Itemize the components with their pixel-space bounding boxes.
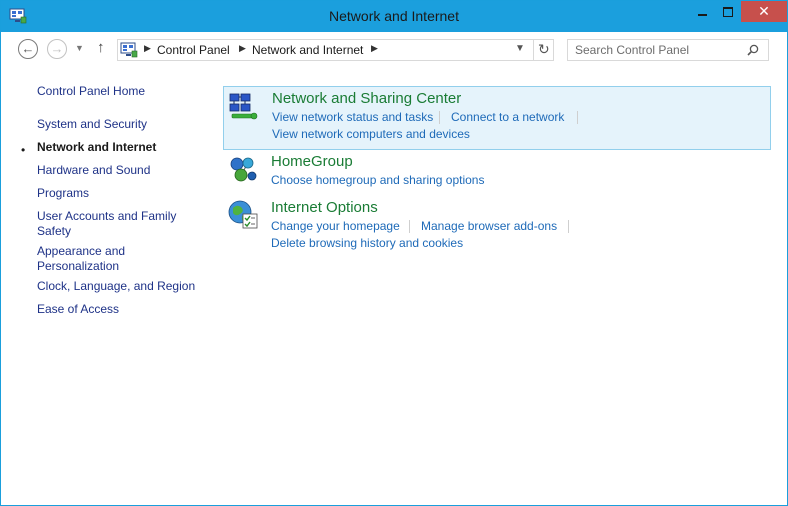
maximize-icon [723, 7, 733, 17]
sidebar-item-control-panel-home[interactable]: Control Panel Home [37, 84, 145, 99]
control-panel-window: Network and Internet ✕ ← → ▼ ↑ ▶ Control… [0, 0, 788, 506]
task-separator [568, 220, 569, 233]
active-item-bullet: • [21, 143, 26, 157]
search-icon[interactable] [747, 44, 759, 56]
back-arrow-icon: ← [21, 41, 35, 56]
sidebar: Control Panel Home System and Security •… [1, 68, 211, 505]
category-network-and-sharing-center[interactable]: Network and Sharing Center View network … [223, 86, 771, 150]
sidebar-item-hardware-and-sound[interactable]: Hardware and Sound [37, 163, 150, 178]
address-bar[interactable]: ▶ Control Panel ▶ Network and Internet ▶… [117, 39, 554, 61]
category-title[interactable]: Internet Options [271, 199, 378, 216]
search-input[interactable] [568, 40, 745, 60]
task-view-network-status[interactable]: View network status and tasks [272, 110, 433, 124]
category-title[interactable]: HomeGroup [271, 153, 353, 170]
task-separator [577, 111, 578, 124]
task-view-network-computers[interactable]: View network computers and devices [272, 127, 470, 141]
task-choose-homegroup[interactable]: Choose homegroup and sharing options [271, 173, 484, 187]
window-title: Network and Internet [329, 8, 459, 24]
recent-locations-chevron-icon[interactable]: ▼ [75, 43, 84, 53]
task-change-homepage[interactable]: Change your homepage [271, 219, 400, 233]
breadcrumb-separator-icon[interactable]: ▶ [239, 43, 246, 54]
task-manage-browser-addons[interactable]: Manage browser add-ons [421, 219, 557, 233]
internet-options-icon [228, 200, 258, 229]
close-button[interactable]: ✕ [741, 1, 787, 22]
task-separator [409, 220, 410, 233]
category-title[interactable]: Network and Sharing Center [272, 90, 461, 107]
homegroup-icon [230, 157, 257, 182]
breadcrumb-separator-icon[interactable]: ▶ [371, 43, 378, 54]
category-homegroup[interactable]: HomeGroup Choose homegroup and sharing o… [223, 152, 771, 192]
title-bar[interactable]: Network and Internet ✕ [1, 1, 787, 32]
sidebar-item-network-and-internet[interactable]: Network and Internet [37, 140, 156, 155]
control-panel-icon [120, 42, 138, 58]
forward-arrow-icon: → [50, 41, 64, 56]
task-separator [439, 111, 440, 124]
sidebar-item-appearance[interactable]: Appearance and Personalization [37, 244, 147, 274]
network-sharing-center-icon [229, 93, 258, 120]
maximize-button[interactable] [715, 1, 741, 22]
breadcrumb-network-and-internet[interactable]: Network and Internet [252, 43, 363, 57]
forward-button[interactable]: → [47, 39, 67, 59]
breadcrumb-control-panel[interactable]: Control Panel [157, 43, 230, 57]
task-connect-to-network[interactable]: Connect to a network [451, 110, 564, 124]
sidebar-item-user-accounts[interactable]: User Accounts and Family Safety [37, 209, 187, 239]
sidebar-item-system-and-security[interactable]: System and Security [37, 117, 147, 132]
address-dropdown-chevron-icon[interactable]: ▼ [515, 43, 525, 54]
navigation-bar: ← → ▼ ↑ ▶ Control Panel ▶ Network and In… [1, 32, 787, 68]
category-internet-options[interactable]: Internet Options Change your homepage Ma… [223, 198, 771, 252]
close-icon: ✕ [758, 3, 770, 19]
breadcrumb-separator-icon[interactable]: ▶ [144, 43, 151, 54]
back-button[interactable]: ← [18, 39, 38, 59]
sidebar-item-ease-of-access[interactable]: Ease of Access [37, 302, 119, 317]
search-box[interactable] [567, 39, 769, 61]
sidebar-item-programs[interactable]: Programs [37, 186, 89, 201]
sidebar-item-clock-language-region[interactable]: Clock, Language, and Region [37, 279, 195, 294]
refresh-button[interactable]: ↻ [533, 40, 555, 60]
minimize-button[interactable] [689, 1, 715, 22]
task-delete-browsing-history[interactable]: Delete browsing history and cookies [271, 236, 463, 250]
up-arrow-icon[interactable]: ↑ [97, 39, 105, 56]
refresh-icon: ↻ [538, 41, 550, 57]
minimize-icon [698, 14, 707, 16]
